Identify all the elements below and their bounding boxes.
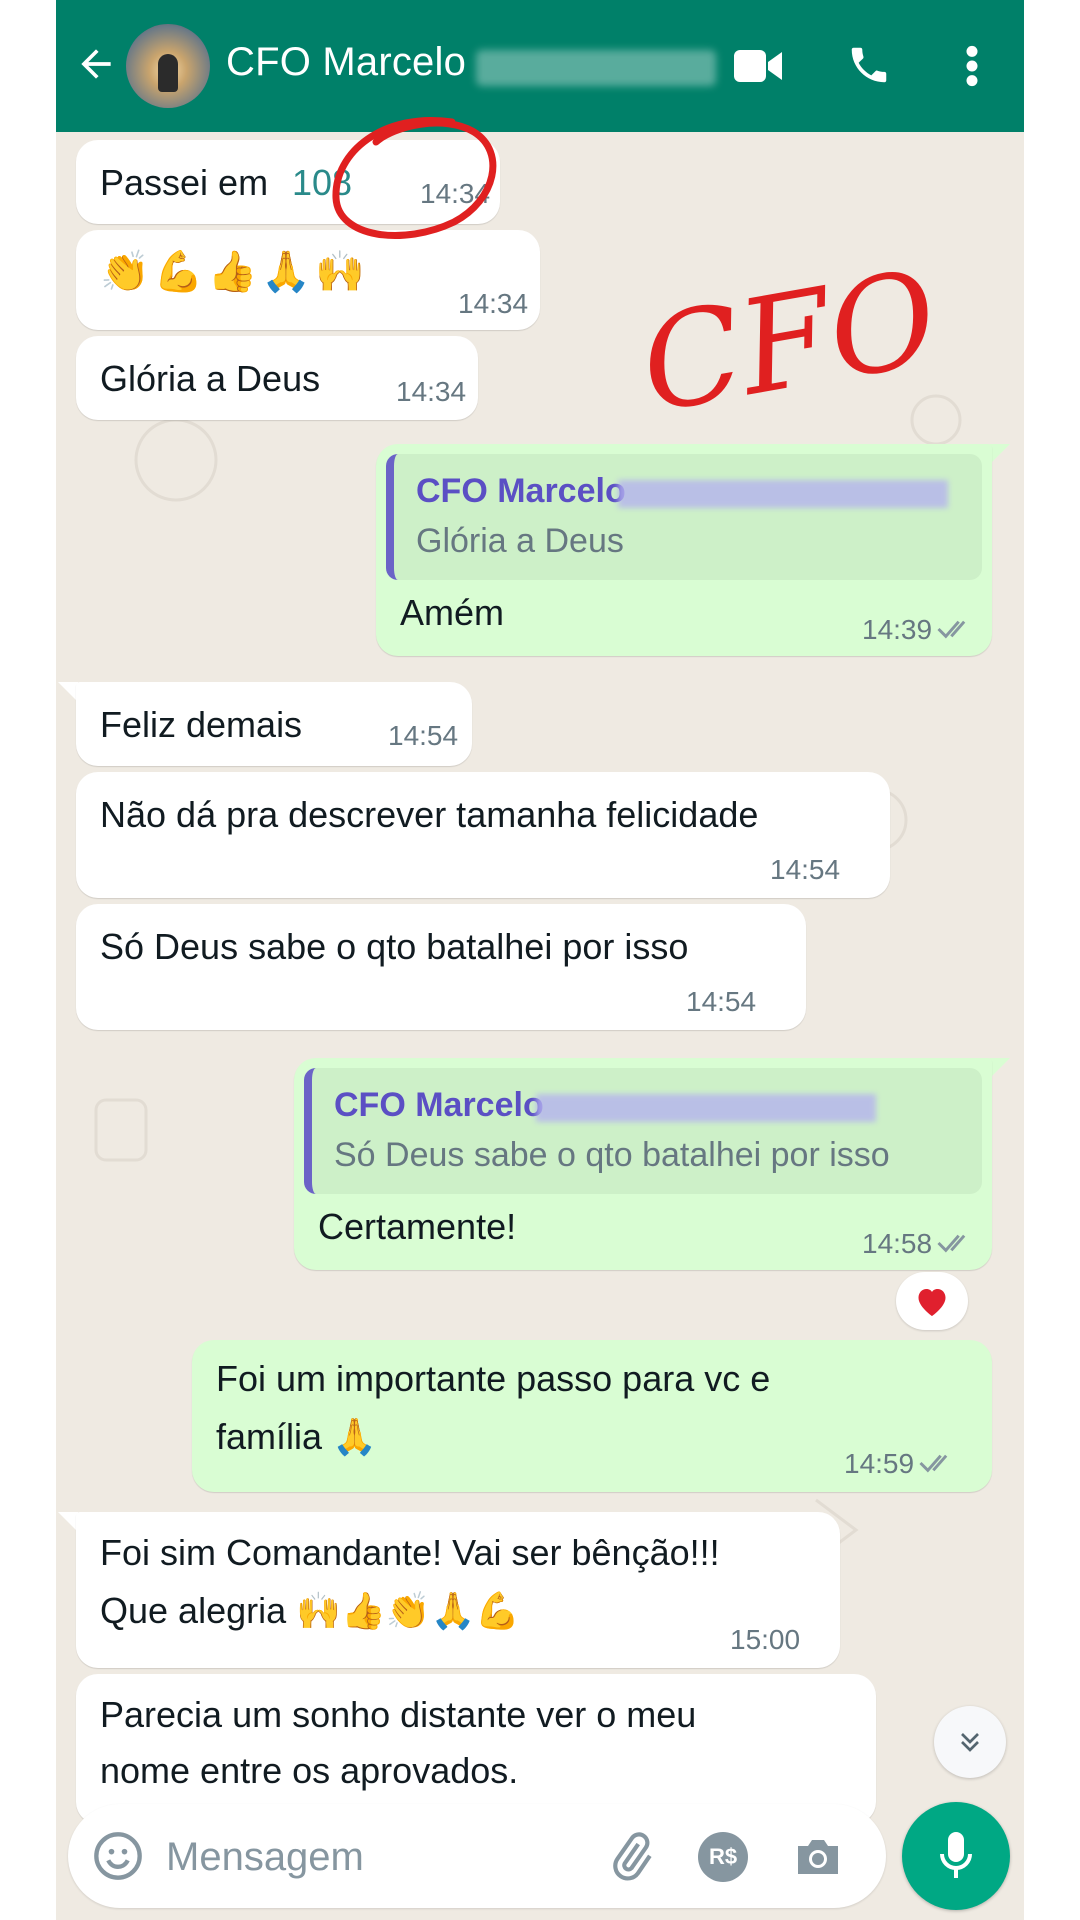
redacted-surname	[476, 50, 716, 86]
payment-icon[interactable]: R$	[698, 1832, 748, 1882]
message-text: Feliz demais	[100, 704, 303, 745]
message-outgoing[interactable]: CFO Marcelo Só Deus sabe o qto batalhei …	[294, 1058, 992, 1270]
message-number-highlight: 108	[292, 162, 353, 203]
message-time: 14:54	[388, 720, 459, 751]
message-input[interactable]	[164, 1826, 568, 1888]
message-time: 14:59	[844, 1448, 915, 1479]
quoted-message[interactable]: CFO Marcelo Só Deus sabe o qto batalhei …	[304, 1068, 982, 1194]
message-incoming[interactable]: 👏💪👍🙏🙌 14:34	[76, 230, 540, 330]
bubble-tail	[990, 444, 1010, 464]
scroll-to-bottom-button[interactable]	[934, 1706, 1006, 1778]
message-time: 15:00	[730, 1624, 801, 1655]
chat-screen: CFO Marcelo Passei em 108 14:34 👏💪👍🙏🙌 14…	[56, 0, 1024, 1920]
microphone-icon	[940, 1832, 972, 1878]
bubble-tail	[990, 1058, 1010, 1078]
reaction-badge[interactable]	[896, 1272, 968, 1330]
quoted-message[interactable]: CFO Marcelo Glória a Deus	[386, 454, 982, 580]
heart-reaction-icon	[918, 1289, 946, 1316]
message-text: Passei em	[100, 162, 269, 203]
message-outgoing[interactable]: Foi um importante passo para vc e famíli…	[192, 1340, 992, 1492]
message-time: 14:54	[770, 854, 841, 885]
message-emoji: 👏💪👍🙏🙌	[100, 250, 370, 294]
double-check-icon	[919, 1454, 948, 1473]
contact-avatar[interactable]	[126, 24, 210, 108]
message-incoming[interactable]: Parecia um sonho distante ver o meu nome…	[76, 1674, 876, 1824]
camera-icon[interactable]	[792, 1832, 844, 1880]
chevron-double-down-icon	[961, 1733, 979, 1752]
message-time: 14:54	[686, 986, 757, 1017]
message-text: Certamente!	[318, 1206, 517, 1247]
quoted-text: Só Deus sabe o qto batalhei por isso	[334, 1136, 890, 1174]
chat-header: CFO Marcelo	[56, 0, 1024, 132]
message-incoming[interactable]: Só Deus sabe o qto batalhei por isso 14:…	[76, 904, 806, 1030]
phone-call-icon[interactable]	[846, 42, 892, 88]
message-incoming[interactable]: Foi sim Comandante! Vai ser bênção!!! Qu…	[76, 1512, 840, 1668]
message-incoming[interactable]: Feliz demais 14:54	[76, 682, 472, 766]
voice-message-button[interactable]	[902, 1802, 1010, 1910]
attach-icon[interactable]	[606, 1832, 656, 1882]
quoted-text: Glória a Deus	[416, 522, 624, 560]
message-text: Não dá pra descrever tamanha felicidade	[100, 794, 759, 835]
redacted-surname	[618, 480, 948, 508]
message-text-line2: nome entre os aprovados.	[100, 1750, 519, 1791]
message-text: Glória a Deus	[100, 358, 321, 399]
message-incoming[interactable]: Não dá pra descrever tamanha felicidade …	[76, 772, 890, 898]
redacted-surname	[536, 1094, 876, 1122]
message-text-line1: Parecia um sonho distante ver o meu	[100, 1694, 697, 1735]
video-call-icon[interactable]	[732, 44, 784, 88]
message-time: 14:39	[862, 614, 933, 645]
message-time: 14:34	[420, 178, 491, 209]
message-text-line1: Foi um importante passo para vc e	[216, 1358, 771, 1399]
double-check-icon	[937, 620, 966, 639]
message-time: 14:34	[458, 288, 529, 319]
double-check-icon	[937, 1234, 966, 1253]
emoji-icon[interactable]	[92, 1830, 144, 1882]
bubble-tail	[58, 1512, 78, 1532]
message-incoming[interactable]: Glória a Deus 14:34	[76, 336, 478, 420]
message-composer: R$	[68, 1804, 886, 1908]
quoted-sender: CFO Marcelo	[416, 472, 626, 510]
more-options-icon[interactable]	[962, 44, 982, 88]
message-text: Amém	[400, 592, 505, 633]
message-text: Só Deus sabe o qto batalhei por isso	[100, 926, 689, 967]
back-arrow-icon[interactable]	[74, 42, 118, 86]
message-text-line2: família 🙏	[216, 1416, 377, 1457]
message-incoming[interactable]: Passei em 108 14:34	[76, 140, 500, 224]
cfo-handwritten-annotation: CFO	[632, 258, 932, 408]
quoted-sender: CFO Marcelo	[334, 1086, 544, 1124]
bubble-tail	[58, 682, 78, 702]
message-text-line1: Foi sim Comandante! Vai ser bênção!!!	[100, 1532, 720, 1573]
contact-name[interactable]: CFO Marcelo	[226, 40, 466, 85]
message-time: 14:34	[396, 376, 467, 407]
message-text-line2: Que alegria 🙌👍👏🙏💪	[100, 1590, 521, 1631]
message-outgoing[interactable]: CFO Marcelo Glória a Deus Amém 14:39	[376, 444, 992, 656]
annotation-text: CFO	[632, 258, 932, 408]
message-time: 14:58	[862, 1228, 933, 1259]
